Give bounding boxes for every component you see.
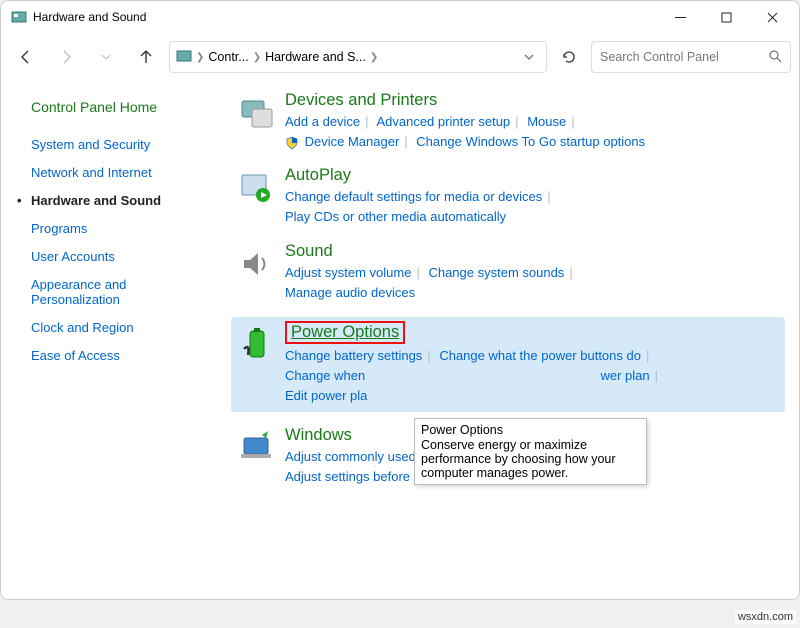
link-windows-togo[interactable]: Change Windows To Go startup options: [416, 134, 645, 149]
link-add-device[interactable]: Add a device: [285, 114, 360, 129]
category-title[interactable]: Sound: [285, 242, 785, 261]
sidebar-item-programs[interactable]: Programs: [31, 221, 221, 236]
sidebar-item-ease[interactable]: Ease of Access: [31, 348, 221, 363]
link-power-plan[interactable]: wer plan: [600, 368, 649, 383]
breadcrumb-item[interactable]: Hardware and S...: [265, 50, 366, 64]
recent-dropdown[interactable]: [89, 40, 123, 74]
link-default-media[interactable]: Change default settings for media or dev…: [285, 189, 542, 204]
link-power-buttons[interactable]: Change what the power buttons do: [439, 348, 641, 363]
watermark: wsxdn.com: [735, 610, 796, 624]
control-panel-icon: [11, 9, 27, 25]
link-edit-plan[interactable]: Edit power pla: [285, 388, 367, 403]
refresh-button[interactable]: [553, 41, 585, 73]
control-panel-icon: [176, 48, 192, 67]
sound-icon: [233, 244, 279, 290]
category-devices: Devices and Printers Add a device| Advan…: [233, 91, 785, 152]
sidebar-item-system[interactable]: System and Security: [31, 137, 221, 152]
link-audio-devices[interactable]: Manage audio devices: [285, 285, 415, 300]
up-button[interactable]: [129, 40, 163, 74]
forward-button[interactable]: [49, 40, 83, 74]
category-sound: Sound Adjust system volume| Change syste…: [233, 242, 785, 303]
tooltip-title: Power Options: [421, 423, 640, 437]
link-play-cds[interactable]: Play CDs or other media automatically: [285, 209, 506, 224]
maximize-button[interactable]: [703, 1, 749, 33]
window-title: Hardware and Sound: [33, 10, 657, 24]
link-sleep[interactable]: Change when: [285, 368, 365, 383]
breadcrumb-item[interactable]: Contr...: [208, 50, 248, 64]
devices-icon: [233, 93, 279, 139]
link-battery[interactable]: Change battery settings: [285, 348, 422, 363]
content-area: Control Panel Home System and Security N…: [1, 81, 799, 599]
mobility-icon: [233, 428, 279, 474]
category-autoplay: AutoPlay Change default settings for med…: [233, 166, 785, 227]
category-title[interactable]: Devices and Printers: [285, 91, 785, 110]
autoplay-icon: [233, 168, 279, 214]
chevron-right-icon[interactable]: ❯: [370, 52, 378, 63]
sidebar-item-network[interactable]: Network and Internet: [31, 165, 221, 180]
link-printer-setup[interactable]: Advanced printer setup: [376, 114, 510, 129]
link-device-manager[interactable]: Device Manager: [305, 134, 400, 149]
category-power: Power Options Change battery settings| C…: [231, 317, 785, 412]
back-button[interactable]: [9, 40, 43, 74]
breadcrumb-dropdown[interactable]: [518, 52, 540, 62]
tooltip: Power Options Conserve energy or maximiz…: [414, 418, 647, 485]
chevron-right-icon[interactable]: ❯: [196, 52, 204, 63]
link-volume[interactable]: Adjust system volume: [285, 265, 411, 280]
chevron-right-icon[interactable]: ❯: [253, 52, 261, 63]
link-system-sounds[interactable]: Change system sounds: [428, 265, 564, 280]
shield-icon: [285, 136, 299, 150]
close-button[interactable]: [749, 1, 795, 33]
link-mouse[interactable]: Mouse: [527, 114, 566, 129]
power-icon: [233, 323, 279, 369]
search-input[interactable]: Search Control Panel: [591, 41, 791, 73]
tooltip-body: Conserve energy or maximize performance …: [421, 438, 640, 480]
nav-bar: ❯ Contr... ❯ Hardware and S... ❯ Search …: [1, 33, 799, 81]
category-title[interactable]: AutoPlay: [285, 166, 785, 185]
sidebar: Control Panel Home System and Security N…: [1, 81, 231, 599]
main-panel: Devices and Printers Add a device| Advan…: [231, 81, 799, 599]
breadcrumb[interactable]: ❯ Contr... ❯ Hardware and S... ❯: [169, 41, 547, 73]
sidebar-home[interactable]: Control Panel Home: [31, 99, 221, 115]
minimize-button[interactable]: [657, 1, 703, 33]
sidebar-item-users[interactable]: User Accounts: [31, 249, 221, 264]
titlebar: Hardware and Sound: [1, 1, 799, 33]
sidebar-item-clock[interactable]: Clock and Region: [31, 320, 221, 335]
category-title[interactable]: Power Options: [285, 321, 405, 344]
sidebar-item-hardware[interactable]: Hardware and Sound: [31, 193, 221, 208]
sidebar-item-appearance[interactable]: Appearance and Personalization: [31, 277, 171, 307]
search-icon: [768, 49, 782, 66]
control-panel-window: Hardware and Sound ❯ Contr... ❯ Hardware…: [0, 0, 800, 600]
search-placeholder: Search Control Panel: [600, 50, 719, 64]
